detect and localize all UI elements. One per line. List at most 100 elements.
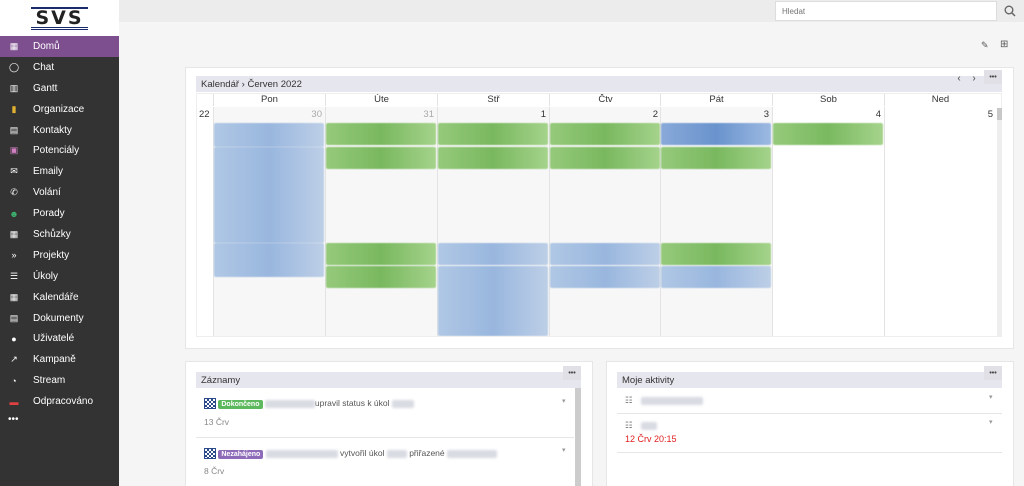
calendar-menu-button[interactable]: ••• — [984, 70, 1002, 84]
user-avatar-icon — [204, 448, 216, 460]
calendar-event[interactable] — [661, 266, 771, 288]
redacted-task — [386, 449, 407, 458]
week-number: 22 — [199, 109, 210, 120]
calendar-event[interactable] — [438, 266, 548, 336]
chat-icon: ◯ — [8, 61, 20, 72]
calendar-next-button[interactable]: › — [968, 70, 980, 86]
sidebar-item-4[interactable]: ▤ Kontakty — [0, 120, 119, 141]
sidebar-item-3[interactable]: ▮ Organizace — [0, 99, 119, 120]
record-expand-icon[interactable]: ▾ — [562, 446, 566, 454]
sidebar: SVS ▦ Domů ◯ Chat ▥ Gantt ▮ Organizace ▤ Kontakty… — [0, 0, 119, 486]
rss-icon: ◔ — [11, 375, 17, 386]
calendar-event[interactable] — [326, 243, 436, 265]
day-number[interactable]: 4 — [772, 109, 881, 120]
day-number[interactable]: 30 — [213, 109, 322, 120]
sidebar-item-9[interactable]: ▦ Schůzky — [0, 224, 119, 245]
sidebar-item-10[interactable]: » Projekty — [0, 245, 119, 266]
add-widget-icon[interactable]: ⊞ — [1000, 39, 1008, 50]
sidebar-item-label: Úkoly — [33, 270, 59, 282]
day-number[interactable]: 3 — [660, 109, 769, 120]
sidebar-item-8[interactable]: ☻ Porady — [0, 203, 119, 224]
calendar-event[interactable] — [326, 266, 436, 288]
envelope-icon: ✉ — [10, 166, 18, 177]
redacted-task — [391, 399, 414, 408]
status-badge: Dokončeno — [218, 400, 263, 409]
sidebar-item-17[interactable]: ▬ Odpracováno — [0, 391, 119, 412]
calendar-event[interactable] — [438, 243, 548, 265]
sidebar-item-label: Kontakty — [33, 124, 72, 136]
calendar-event[interactable] — [438, 123, 548, 145]
redacted-user — [264, 399, 315, 408]
day-cell[interactable] — [884, 107, 996, 336]
sidebar-item-1[interactable]: ◯ Chat — [0, 57, 119, 78]
search-input[interactable] — [775, 1, 997, 21]
calendar-event[interactable] — [438, 147, 548, 169]
calendar-icon: ▦ — [9, 291, 19, 302]
calendar-scrollbar-thumb[interactable] — [997, 108, 1002, 120]
sidebar-item-5[interactable]: ▣ Potenciály — [0, 140, 119, 161]
activities-title: Moje aktivity — [622, 375, 675, 386]
calendar-check-icon: ▦ — [9, 228, 19, 239]
task-list-icon: ☷ — [625, 395, 633, 405]
calendar-event[interactable] — [661, 243, 771, 265]
calendar-event[interactable] — [326, 147, 436, 169]
calendar-event[interactable] — [214, 123, 324, 147]
calendar-scrollbar[interactable] — [997, 108, 1002, 336]
calendar-event[interactable] — [550, 243, 660, 265]
sidebar-item-15[interactable]: ↗ Kampaně — [0, 349, 119, 370]
sidebar-item-label: Projekty — [33, 249, 70, 261]
day-header: Ned — [884, 94, 996, 106]
day-header: Sob — [772, 94, 884, 106]
activity-item-1[interactable]: ☷ — [625, 395, 703, 406]
activity-expand-icon[interactable]: ▾ — [989, 418, 993, 426]
calendar-event[interactable] — [661, 123, 771, 145]
activity-expand-icon[interactable]: ▾ — [989, 393, 993, 401]
calendar-header: Kalendář › Červen 2022 — [196, 76, 1002, 92]
sidebar-item-14[interactable]: ● Uživatelé — [0, 328, 119, 349]
activity-item-2[interactable]: ☷ — [625, 420, 657, 431]
day-header: Stř — [437, 94, 549, 106]
more-menu-button[interactable]: ••• — [0, 412, 119, 432]
sidebar-item-16[interactable]: ◔ Stream — [0, 370, 119, 391]
calendar-event[interactable] — [550, 123, 660, 145]
calendar-event[interactable] — [326, 123, 436, 145]
month-calendar-grid: 22 Pon 30 Úte 31 Stř 1 Čtv 2 Pát 3 Sob 4 Ned 5 — [196, 93, 1002, 337]
edit-pencil-icon[interactable]: ✎ — [981, 40, 989, 51]
double-chevron-icon: » — [11, 250, 17, 261]
day-header: Pon — [213, 94, 325, 106]
calendar-event[interactable] — [214, 147, 324, 243]
sidebar-item-6[interactable]: ✉ Emaily — [0, 161, 119, 182]
sidebar-item-7[interactable]: ✆ Volání — [0, 182, 119, 203]
activities-menu-button[interactable]: ••• — [984, 366, 1002, 380]
record-item-2[interactable]: Nezahájeno vytvořil úkol přiřazené — [204, 448, 497, 460]
records-menu-button[interactable]: ••• — [563, 366, 581, 380]
calendar-event[interactable] — [773, 123, 883, 145]
activities-header: Moje aktivity — [617, 372, 1002, 388]
calendar-prev-button[interactable]: ‹ — [953, 70, 965, 86]
calendar-event[interactable] — [214, 243, 324, 277]
sidebar-item-label: Potenciály — [33, 145, 80, 157]
record-action: vytvořil úkol — [340, 448, 385, 458]
calendar-event[interactable] — [550, 266, 660, 288]
sidebar-item-2[interactable]: ▥ Gantt — [0, 78, 119, 99]
record-expand-icon[interactable]: ▾ — [562, 397, 566, 405]
redacted-activity-title — [641, 396, 703, 405]
sidebar-item-11[interactable]: ☰ Úkoly — [0, 266, 119, 287]
record-item-1[interactable]: Dokončeno upravil status k úkol — [204, 398, 414, 410]
records-scrollbar[interactable] — [575, 388, 581, 486]
calendar-event[interactable] — [550, 147, 660, 169]
day-number[interactable]: 31 — [325, 109, 434, 120]
sidebar-item-label: Gantt — [33, 82, 58, 94]
sidebar-item-0[interactable]: ▦ Domů — [0, 36, 119, 57]
day-number[interactable]: 5 — [884, 109, 993, 120]
day-number[interactable]: 1 — [437, 109, 546, 120]
user-circle-icon: ● — [11, 333, 17, 344]
search-icon[interactable] — [1000, 3, 1020, 19]
sidebar-item-label: Emaily — [33, 166, 64, 178]
sidebar-item-13[interactable]: ▤ Dokumenty — [0, 308, 119, 329]
sidebar-item-12[interactable]: ▦ Kalendáře — [0, 287, 119, 308]
divider — [617, 452, 1002, 453]
logo[interactable]: SVS — [0, 0, 119, 36]
day-number[interactable]: 2 — [549, 109, 658, 120]
calendar-event[interactable] — [661, 147, 771, 169]
